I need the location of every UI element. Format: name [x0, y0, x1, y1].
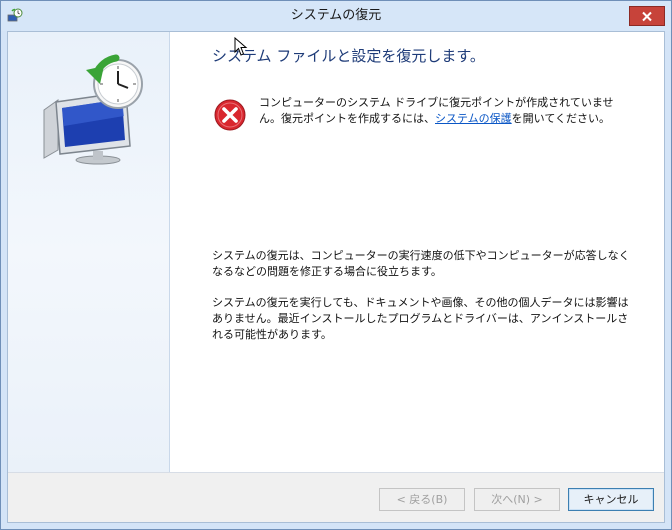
- system-restore-monitor-icon: [43, 54, 143, 165]
- cancel-button[interactable]: キャンセル: [568, 488, 654, 511]
- wizard-client-area: システム ファイルと設定を復元します。 コンピューターのシステム ドライブに復元…: [7, 31, 665, 523]
- next-button[interactable]: 次へ(N) >: [474, 488, 560, 511]
- system-protection-link[interactable]: システムの保護: [435, 112, 512, 125]
- mouse-cursor-icon: [234, 37, 248, 56]
- title-bar[interactable]: システムの復元: [1, 1, 671, 31]
- error-message-text-after: を開いてください。: [511, 112, 611, 125]
- back-button[interactable]: < 戻る(B): [379, 488, 465, 511]
- info-paragraph-1: システムの復元は、コンピューターの実行速度の低下やコンピューターが応答しなくなる…: [212, 249, 630, 278]
- button-footer: < 戻る(B) 次へ(N) > キャンセル: [8, 473, 664, 522]
- page-heading: システム ファイルと設定を復元します。: [212, 47, 485, 65]
- error-icon: [214, 99, 246, 131]
- info-paragraph-2: システムの復元を実行しても、ドキュメントや画像、その他の個人データには影響はあり…: [212, 296, 629, 341]
- system-restore-window: システムの復元 システム ファイルと設定を復元します。 コンピューターのシステム…: [0, 0, 672, 530]
- close-button[interactable]: [629, 6, 665, 26]
- close-icon: [642, 11, 652, 21]
- error-message: コンピューターのシステム ドライブに復元ポイントが作成されていません。復元ポイン…: [259, 95, 619, 127]
- left-banner-panel: [8, 32, 170, 472]
- window-title: システムの復元: [290, 8, 382, 23]
